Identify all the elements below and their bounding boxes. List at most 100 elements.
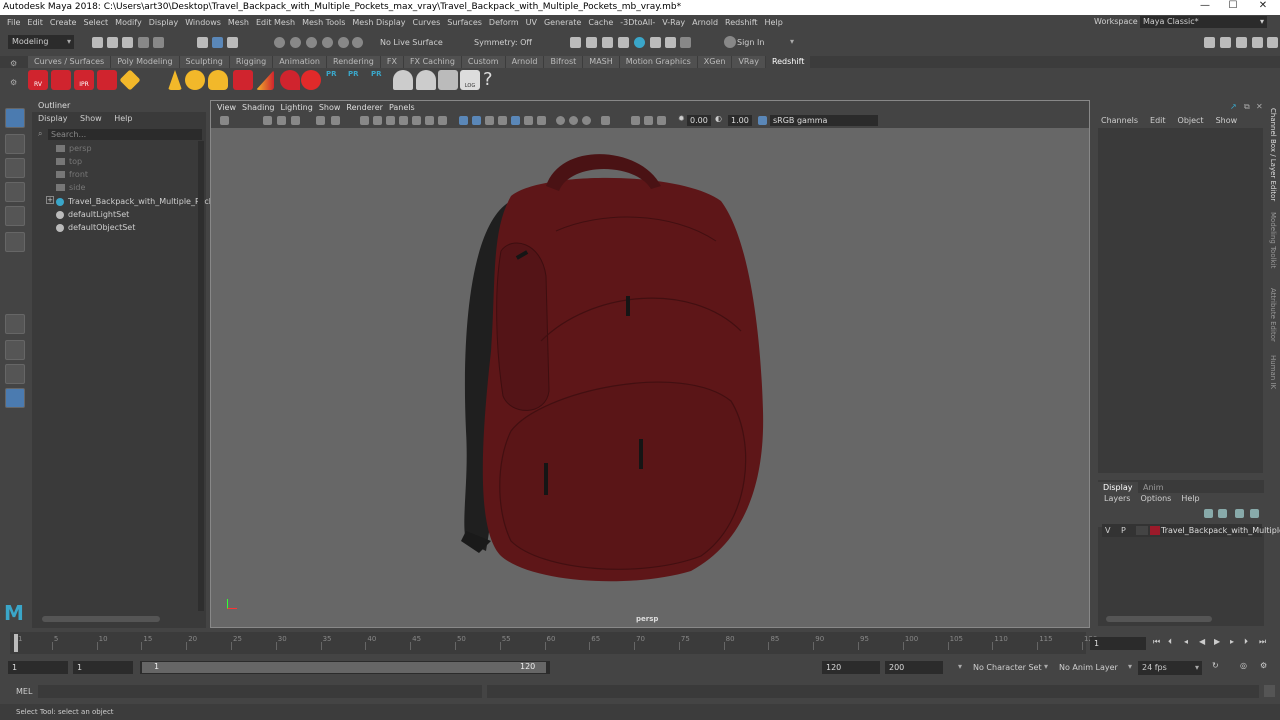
pause-viewport-icon[interactable] xyxy=(680,37,691,48)
loop-icon[interactable]: ↻ xyxy=(1212,661,1219,670)
textured-icon[interactable] xyxy=(498,116,507,125)
menu-redshift[interactable]: Redshift xyxy=(725,18,757,27)
menu-surfaces[interactable]: Surfaces xyxy=(447,18,482,27)
rs-proxy-export-icon[interactable]: PR xyxy=(326,70,340,90)
menu-mesh-tools[interactable]: Mesh Tools xyxy=(302,18,345,27)
snap-grid-icon[interactable] xyxy=(274,37,285,48)
shelf-tab-sculpting[interactable]: Sculpting xyxy=(179,56,229,68)
tool-settings-icon[interactable] xyxy=(1236,37,1247,48)
menu-cache[interactable]: Cache xyxy=(588,18,613,27)
menu-modify[interactable]: Modify xyxy=(115,18,142,27)
outliner-vertical-scrollbar[interactable] xyxy=(198,141,204,611)
paint-select-tool-icon[interactable] xyxy=(5,158,25,178)
film-gate-icon[interactable] xyxy=(373,116,382,125)
wireframe-on-shaded-icon[interactable] xyxy=(485,116,494,125)
outliner-menu-help[interactable]: Help xyxy=(114,114,132,123)
command-input[interactable] xyxy=(38,685,482,698)
new-layer-selected-icon[interactable] xyxy=(1250,509,1259,518)
time-slider-track[interactable]: 1 5 10 15 20 25 30 35 40 45 50 55 60 65 70 75 80 85 90 95 10… xyxy=(10,632,1097,654)
menu-mesh[interactable]: Mesh xyxy=(228,18,249,27)
x-ray-joints-icon[interactable] xyxy=(644,116,653,125)
side-tab-channel-box[interactable]: Channel Box / Layer Editor xyxy=(1269,108,1277,201)
shelf-tab-curves-surfaces[interactable]: Curves / Surfaces xyxy=(28,56,111,68)
menu-file[interactable]: File xyxy=(7,18,20,27)
layer-visibility-toggle[interactable]: V xyxy=(1105,526,1110,535)
channel-box-menu-show[interactable]: Show xyxy=(1216,116,1238,125)
step-back-key-icon[interactable]: ⏴ xyxy=(1168,637,1178,647)
layer-name[interactable]: Travel_Backpack_with_Multiple xyxy=(1161,526,1280,535)
render-setup-icon[interactable] xyxy=(650,37,661,48)
play-forwards-icon[interactable]: ▶ xyxy=(1214,637,1224,647)
render-view-icon[interactable] xyxy=(570,37,581,48)
sign-in-button[interactable]: Sign In xyxy=(737,38,764,47)
outliner-item-top[interactable]: top xyxy=(56,156,82,168)
shelf-tab-arnold[interactable]: Arnold xyxy=(505,56,544,68)
start-time-field[interactable]: 1 xyxy=(8,661,68,674)
render-frame-icon[interactable] xyxy=(586,37,597,48)
menu-3dtoall[interactable]: -3DtoAll- xyxy=(620,18,655,27)
open-scene-icon[interactable] xyxy=(107,37,118,48)
backpack-model[interactable] xyxy=(211,101,1089,627)
channel-box-float-icon[interactable]: ⧉ xyxy=(1244,102,1250,112)
isolate-select-icon[interactable] xyxy=(601,116,610,125)
menu-display[interactable]: Display xyxy=(149,18,179,27)
rs-render-icon[interactable] xyxy=(51,70,71,90)
x-ray-components-icon[interactable] xyxy=(657,116,666,125)
new-scene-icon[interactable] xyxy=(92,37,103,48)
viewport-menu-view[interactable]: View xyxy=(217,103,236,112)
ambient-occlusion-icon[interactable] xyxy=(537,116,546,125)
menu-curves[interactable]: Curves xyxy=(412,18,440,27)
ipr-render-icon[interactable] xyxy=(602,37,613,48)
undo-icon[interactable] xyxy=(138,37,149,48)
anim-layer-chevron-icon[interactable]: ▾ xyxy=(1044,662,1048,671)
safe-title-icon[interactable] xyxy=(438,116,447,125)
image-plane-icon[interactable] xyxy=(291,116,300,125)
viewport-menu-lighting[interactable]: Lighting xyxy=(280,103,312,112)
live-surface-label[interactable]: No Live Surface xyxy=(380,38,443,47)
select-camera-icon[interactable] xyxy=(220,116,229,125)
fps-chevron-icon[interactable]: ▾ xyxy=(1128,662,1132,671)
lasso-tool-icon[interactable] xyxy=(5,134,25,154)
outliner-item-front[interactable]: front xyxy=(56,169,88,181)
layer-color-swatch[interactable] xyxy=(1150,526,1160,535)
color-management-icon[interactable] xyxy=(758,116,767,125)
time-slider[interactable]: 1 5 10 15 20 25 30 35 40 45 50 55 60 65 70 75 80 85 90 95 10… xyxy=(0,632,1280,654)
fps-dropdown[interactable]: 24 fps xyxy=(1138,661,1202,675)
shelf-tab-custom[interactable]: Custom xyxy=(461,56,505,68)
rs-teapot-alt-icon[interactable] xyxy=(416,70,436,90)
scale-tool-icon[interactable] xyxy=(5,232,25,252)
menu-edit-mesh[interactable]: Edit Mesh xyxy=(256,18,295,27)
rs-proxy-import-icon[interactable]: PR xyxy=(348,70,362,90)
menu-edit[interactable]: Edit xyxy=(27,18,43,27)
shelf-tab-vray[interactable]: VRay xyxy=(732,56,765,68)
playback-end-field[interactable]: 120 xyxy=(822,661,880,674)
viewport-menu-shading[interactable]: Shading xyxy=(242,103,275,112)
channel-box-menu-channels[interactable]: Channels xyxy=(1101,116,1138,125)
playback-start-field[interactable]: 1 xyxy=(73,661,133,674)
save-scene-icon[interactable] xyxy=(122,37,133,48)
end-time-field[interactable]: 200 xyxy=(885,661,943,674)
go-to-end-icon[interactable]: ⏭ xyxy=(1259,637,1269,647)
layer-row[interactable]: V P Travel_Backpack_with_Multiple xyxy=(1102,524,1280,537)
user-avatar-icon[interactable] xyxy=(724,36,736,48)
side-tab-attribute-editor[interactable]: Attribute Editor xyxy=(1269,288,1277,342)
resolution-gate-icon[interactable] xyxy=(386,116,395,125)
redo-icon[interactable] xyxy=(153,37,164,48)
rs-volume-icon[interactable] xyxy=(233,70,253,90)
shelf-tab-fx-caching[interactable]: FX Caching xyxy=(403,56,461,68)
menu-mesh-display[interactable]: Mesh Display xyxy=(352,18,405,27)
move-layer-up-icon[interactable] xyxy=(1204,509,1213,518)
channel-box-menu-object[interactable]: Object xyxy=(1178,116,1204,125)
exposure-field[interactable]: 0.00 xyxy=(687,115,711,126)
rs-help-icon[interactable]: ? xyxy=(483,70,503,90)
menu-help[interactable]: Help xyxy=(765,18,783,27)
rs-portal-light-icon[interactable] xyxy=(256,70,274,90)
move-tool-icon[interactable] xyxy=(5,182,25,202)
mode-dropdown[interactable]: Modeling xyxy=(8,35,74,49)
shelf-tab-mash[interactable]: MASH xyxy=(583,56,619,68)
two-pane-layout-icon[interactable] xyxy=(5,364,25,384)
safe-action-icon[interactable] xyxy=(425,116,434,125)
outliner-menu-display[interactable]: Display xyxy=(38,114,68,123)
maximize-button[interactable]: ☐ xyxy=(1218,0,1248,15)
layer-menu-options[interactable]: Options xyxy=(1140,494,1171,503)
